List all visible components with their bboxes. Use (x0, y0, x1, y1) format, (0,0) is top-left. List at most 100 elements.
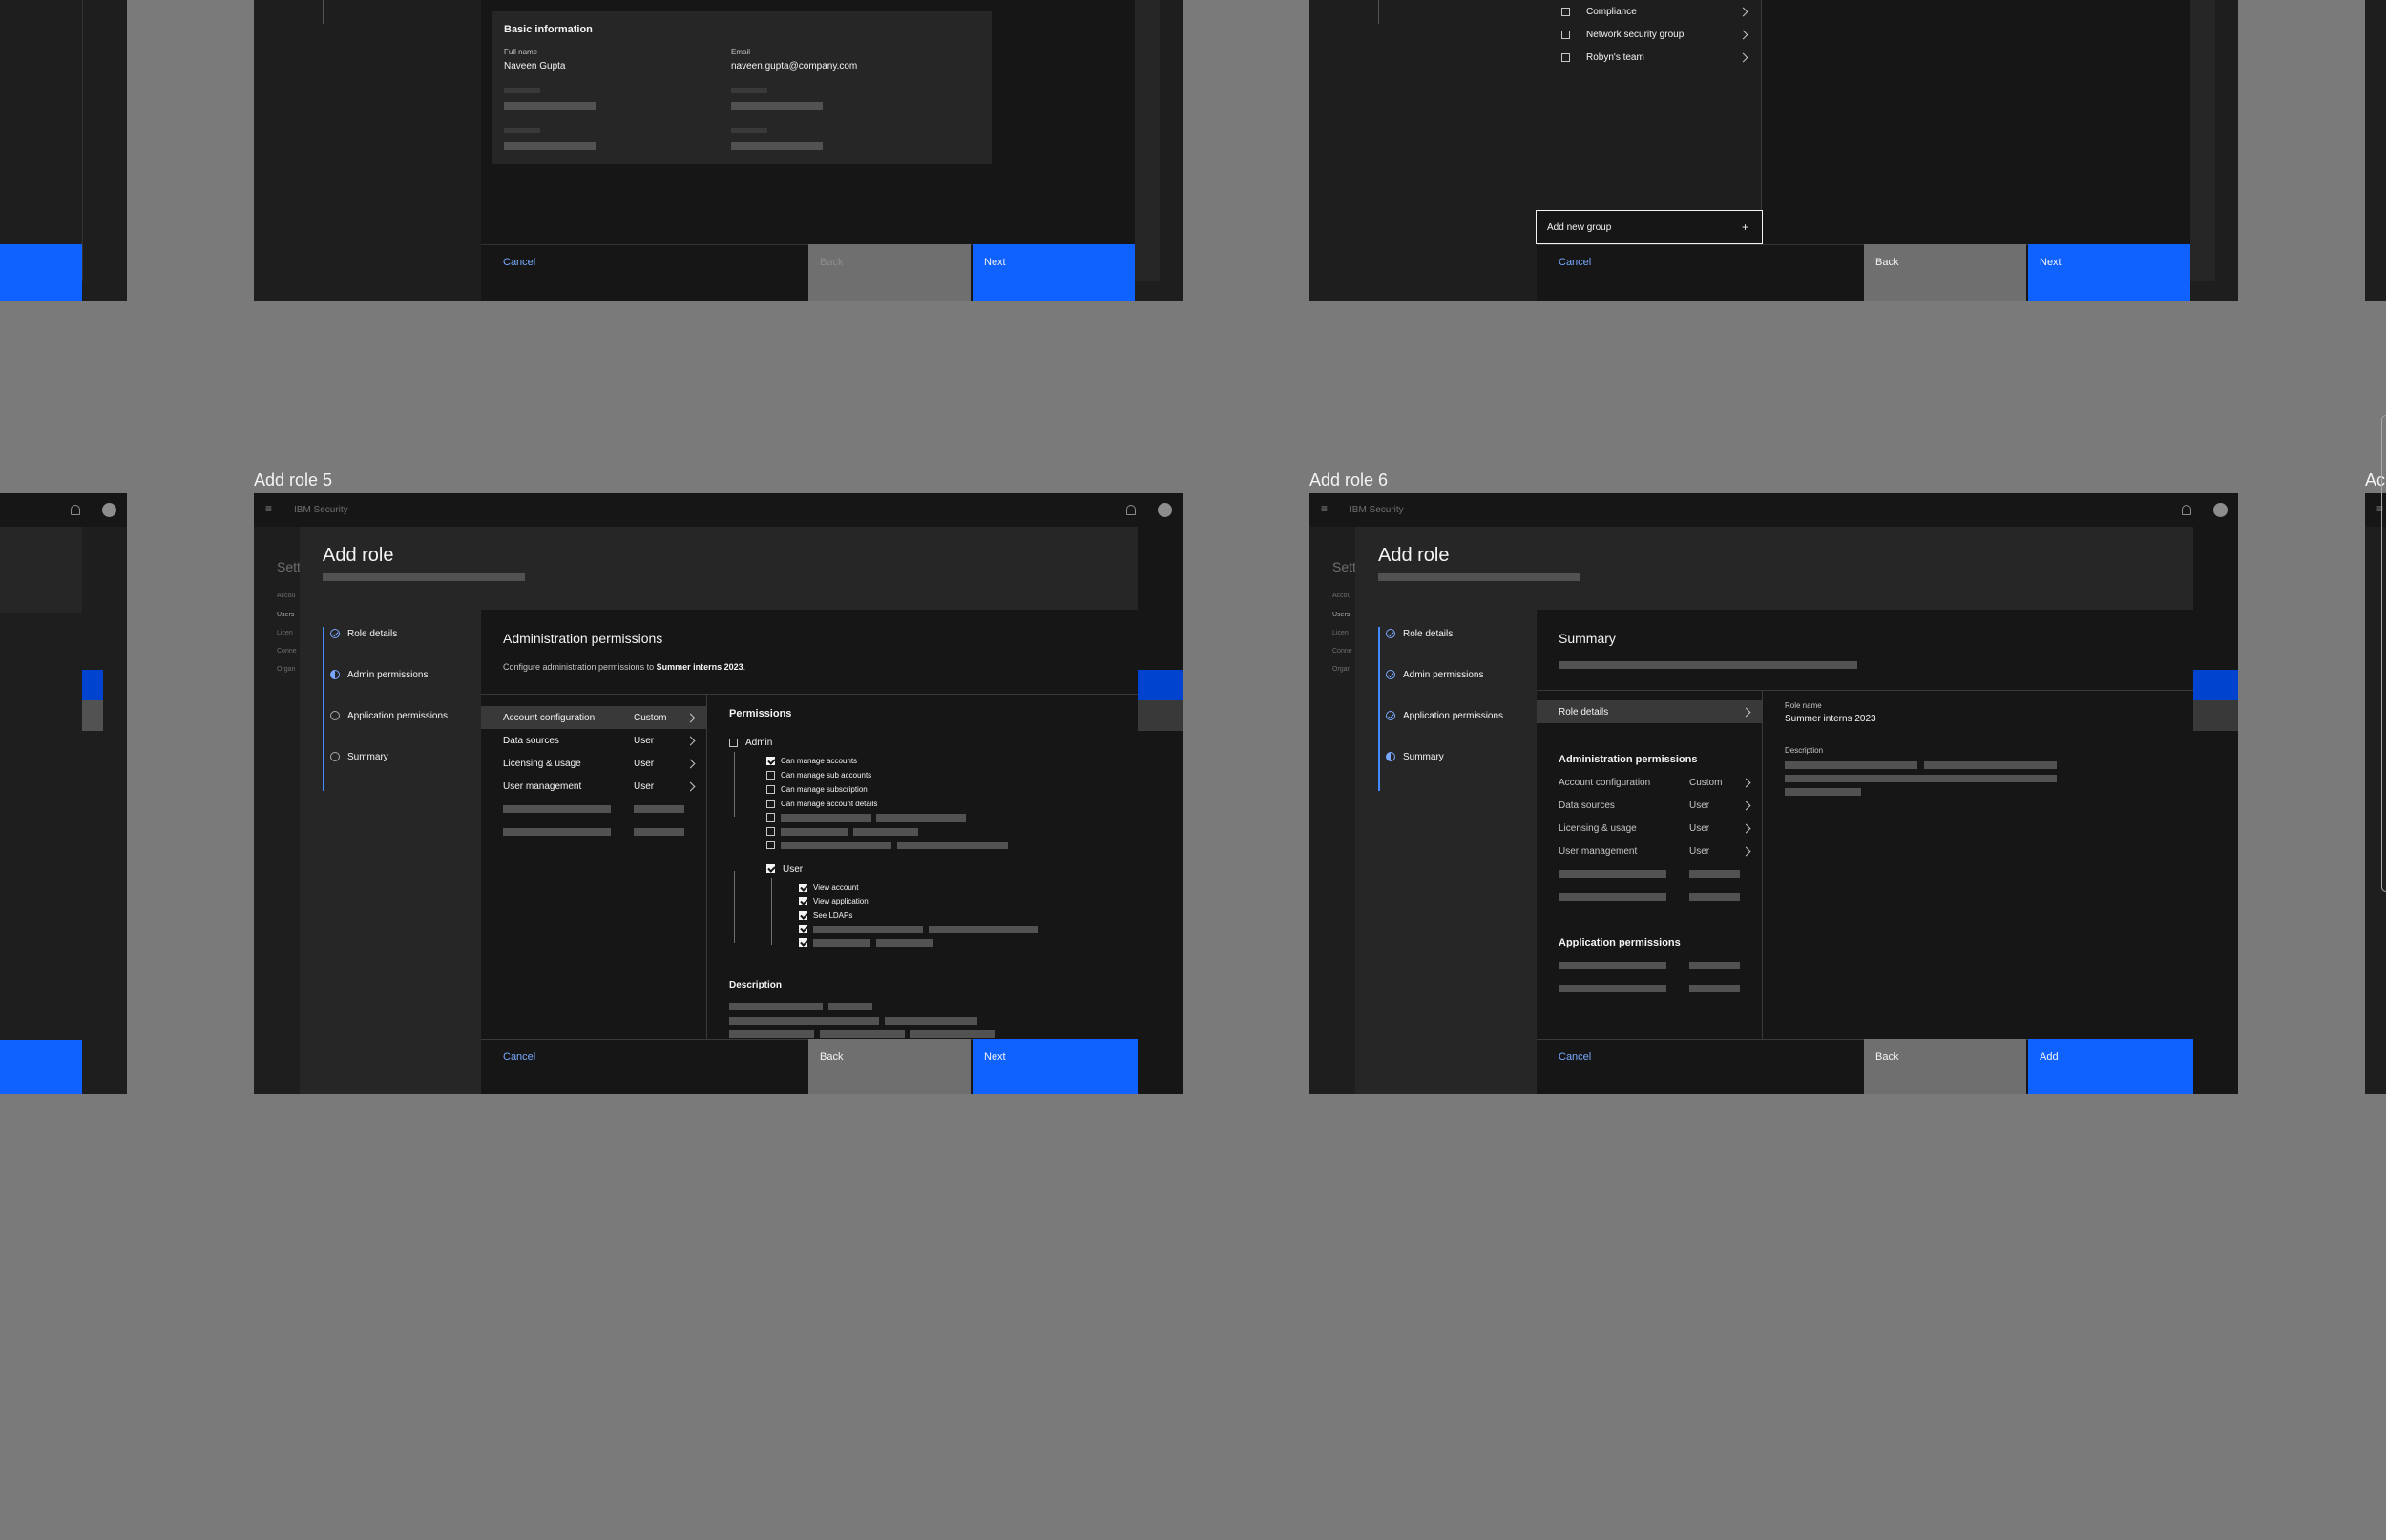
add-new-group-button[interactable]: Add new group + (1536, 210, 1763, 244)
step-label[interactable]: Admin permissions (1403, 671, 1483, 680)
step-complete-icon (330, 629, 340, 638)
chevron-right-icon[interactable] (1741, 846, 1751, 857)
next-button[interactable]: Next (2028, 244, 2190, 301)
category-name: Data sources (1559, 801, 1615, 811)
partial-frame-top-left (0, 0, 127, 301)
side-item: Accou (1332, 593, 1351, 599)
category-row[interactable]: Licensing & usage User (481, 752, 707, 775)
user-avatar-icon[interactable] (2213, 503, 2228, 517)
add-button-label: Add (2040, 1051, 2059, 1063)
permission-checkbox[interactable] (766, 800, 775, 808)
permission-label: View application (813, 897, 869, 905)
primary-button-partial[interactable] (0, 1040, 82, 1094)
step-label[interactable]: Role details (347, 630, 397, 639)
modal-body: Administration permissions Configure adm… (481, 610, 1138, 1039)
step-label[interactable]: Application permissions (347, 712, 448, 721)
step-current-icon (1386, 752, 1395, 761)
permission-checkbox[interactable] (799, 897, 807, 905)
settings-title-partial: Sett (277, 559, 301, 574)
cancel-button[interactable]: Cancel (503, 1052, 535, 1063)
hamburger-menu-icon[interactable]: ≡ (1321, 503, 1328, 514)
user-checkbox[interactable] (766, 864, 775, 873)
category-name: Data sources (503, 736, 559, 746)
group-checkbox[interactable] (1561, 8, 1570, 16)
progress-indicator: Role details Admin permissions Applicati… (300, 610, 481, 1094)
group-checkbox[interactable] (1561, 31, 1570, 39)
permission-checkbox[interactable] (799, 884, 807, 892)
chevron-right-icon[interactable] (1741, 823, 1751, 834)
notification-icon[interactable] (71, 505, 80, 515)
section-heading: Administration permissions (503, 631, 663, 646)
side-item: Organ (1332, 666, 1351, 673)
chevron-right-icon (1741, 707, 1751, 718)
permission-checkbox[interactable] (799, 925, 807, 933)
scroll-handle[interactable] (2381, 415, 2386, 892)
step-complete-icon (1386, 629, 1395, 638)
category-value: User (634, 781, 655, 792)
modal-body: Summary Role details Administration perm… (1537, 610, 2193, 1039)
primary-button-partial[interactable] (0, 244, 82, 301)
side-item: Users (277, 612, 295, 618)
category-value: Custom (1689, 778, 1723, 788)
back-button[interactable]: Back (808, 1039, 971, 1094)
permission-checkbox[interactable] (766, 785, 775, 794)
step-label[interactable]: Admin permissions (347, 671, 428, 680)
summary-nav-item-selected[interactable]: Role details (1537, 700, 1763, 723)
next-button[interactable]: Next (973, 244, 1135, 301)
user-label: User (783, 864, 804, 875)
permission-checkbox[interactable] (799, 938, 807, 947)
side-item: Users (1332, 612, 1350, 618)
permission-checkbox[interactable] (766, 827, 775, 836)
cancel-button[interactable]: Cancel (1559, 1052, 1591, 1063)
hamburger-menu-icon[interactable]: ≡ (265, 503, 272, 514)
cancel-button[interactable]: Cancel (503, 258, 535, 268)
back-button-disabled[interactable]: Back (808, 244, 971, 301)
permission-checkbox[interactable] (766, 771, 775, 780)
permission-label: Can manage accounts (781, 757, 858, 765)
permission-checkbox[interactable] (766, 841, 775, 849)
step-label[interactable]: Role details (1403, 630, 1453, 639)
full-name-value: Naveen Gupta (504, 61, 566, 72)
cancel-button[interactable]: Cancel (1559, 258, 1591, 268)
top-bar: ≡ IBM Security (254, 493, 1183, 527)
chevron-right-icon[interactable] (1741, 801, 1751, 811)
notification-icon[interactable] (2182, 505, 2191, 515)
permission-checkbox[interactable] (766, 757, 775, 765)
description-title: Description (729, 980, 783, 990)
add-button[interactable]: Add (2028, 1039, 2193, 1094)
permission-label: Can manage sub accounts (781, 771, 872, 780)
back-button-label: Back (1875, 1051, 1899, 1063)
back-button[interactable]: Back (1864, 244, 2026, 301)
group-checkbox[interactable] (1561, 53, 1570, 62)
side-item: Conne (277, 648, 297, 655)
user-avatar-icon[interactable] (102, 503, 116, 517)
category-row[interactable]: User management User (481, 775, 707, 798)
permission-checkbox[interactable] (799, 911, 807, 920)
description-label: Description (1785, 746, 1824, 755)
next-button[interactable]: Next (973, 1039, 1138, 1094)
category-row-selected[interactable]: Account configuration Custom (481, 706, 707, 729)
step-incomplete-icon (330, 711, 340, 720)
category-value: User (634, 759, 655, 769)
back-button-label: Back (820, 257, 844, 268)
side-item: Licen (1332, 630, 1349, 636)
notification-icon[interactable] (1126, 505, 1136, 515)
back-button-label: Back (820, 1051, 844, 1063)
step-label[interactable]: Summary (1403, 753, 1444, 762)
email-value: naveen.gupta@company.com (731, 61, 858, 72)
modal-title: Add role (1378, 545, 1450, 566)
back-button[interactable]: Back (1864, 1039, 2026, 1094)
step-label[interactable]: Summary (347, 753, 388, 762)
side-item: Organ (277, 666, 296, 673)
user-avatar-icon[interactable] (1158, 503, 1172, 517)
permission-checkbox[interactable] (766, 813, 775, 822)
full-name-label: Full name (504, 48, 538, 56)
admin-section-title: Administration permissions (1559, 754, 1698, 765)
chevron-right-icon[interactable] (1741, 778, 1751, 788)
category-value: User (1689, 823, 1710, 834)
category-row[interactable]: Data sources User (481, 729, 707, 752)
step-label[interactable]: Application permissions (1403, 712, 1503, 721)
chevron-right-icon (685, 781, 696, 792)
admin-checkbox[interactable] (729, 739, 738, 747)
partial-frame-mid-left (0, 493, 127, 1094)
